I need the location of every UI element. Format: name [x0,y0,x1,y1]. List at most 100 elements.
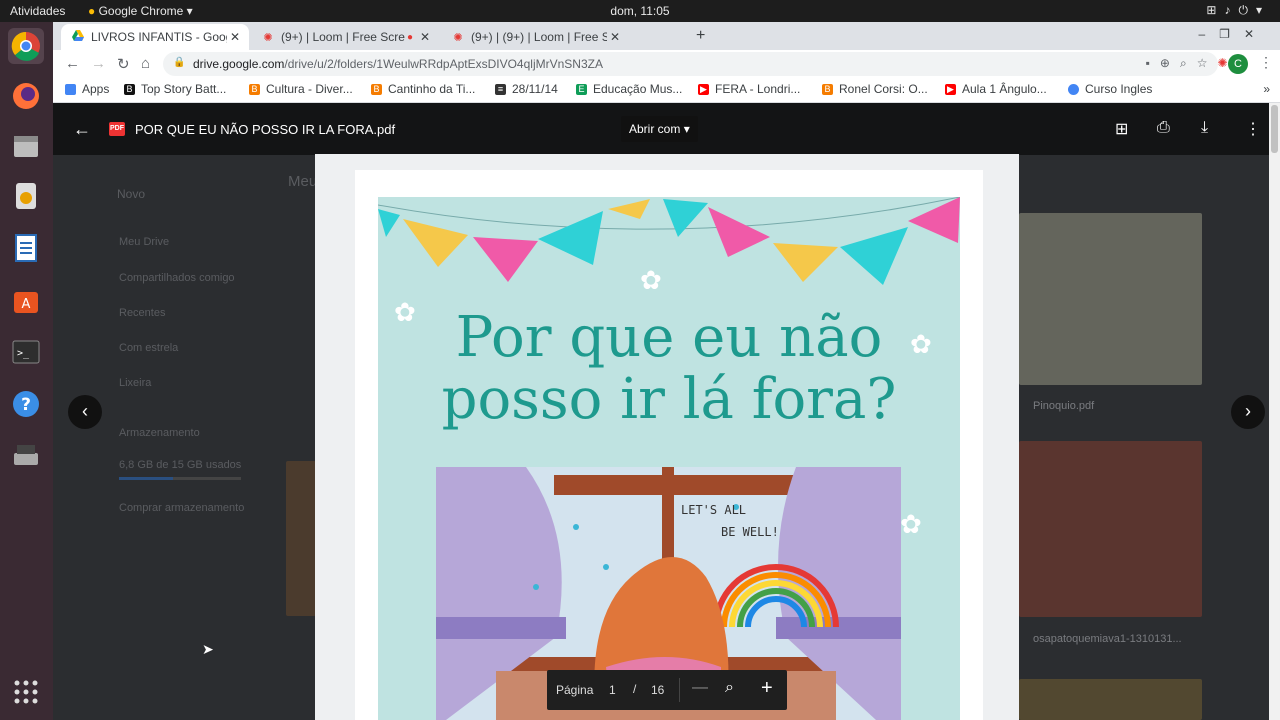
apps-grid-icon [65,83,76,95]
close-window-icon[interactable]: ✕ [1244,27,1268,41]
rhythmbox-icon[interactable] [8,178,44,214]
sidebar-item-storage[interactable]: Armazenamento [119,427,200,439]
sidebar-item-recent[interactable]: Recentes [119,307,165,319]
bookmark-item[interactable]: E Educação Mus... [576,82,682,96]
install-icon[interactable]: ⊕ [1160,56,1180,70]
chrome-menu-icon[interactable]: ⋮ [1259,54,1273,71]
scanner-icon[interactable] [8,436,44,472]
drive-page: Novo Meu Meu Drive Compartilhados comigo… [53,103,1280,720]
maximize-icon[interactable]: ❐ [1219,27,1244,41]
bookmark-item[interactable]: Curso Ingles [1068,82,1152,96]
close-icon[interactable]: ✕ [607,30,623,44]
terminal-icon[interactable]: >_ [8,334,44,370]
file-thumbnail[interactable] [1019,679,1202,720]
forward-icon[interactable]: → [91,55,106,72]
address-bar[interactable]: 🔒 drive.google.com/drive/u/2/folders/1We… [163,52,1248,76]
flower-decoration-icon: ✿ [900,509,922,539]
camera-icon[interactable]: ▪ [1146,56,1160,70]
current-page-input[interactable]: 1 [609,683,616,697]
drive-icon [71,30,85,44]
zoom-out-icon[interactable]: — [692,679,708,697]
page-separator: / [633,682,637,696]
bookmark-item[interactable]: B Ronel Corsi: O... [822,82,928,96]
download-icon[interactable]: ⤓ [1201,119,1208,137]
breadcrumb[interactable]: Meu [288,173,317,190]
file-name[interactable]: Pinoquio.pdf [1033,400,1094,412]
sidebar-item-trash[interactable]: Lixeira [119,377,151,389]
minimize-icon[interactable]: – [1198,27,1219,41]
chevron-right-icon: › [1245,401,1251,421]
bookmark-favicon-icon: B [124,83,135,95]
add-to-drive-icon[interactable]: ⊞ [1115,119,1128,139]
bookmark-item[interactable]: ≡ 28/11/14 [495,82,558,96]
close-icon[interactable]: ✕ [417,30,433,44]
power-icon: ⏻ [1238,3,1256,17]
book-cover: ✿ ✿ ✿ ✿ Por que eu não posso ir lá fora? [378,197,960,720]
tab-loom-2[interactable]: ✺ (9+) | (9+) | Loom | Free Sc ✕ [441,24,629,50]
file-thumbnail-pinoquio[interactable] [1019,213,1202,385]
youtube-icon: ▶ [945,83,956,95]
blogger-icon: B [822,83,833,95]
window-controls[interactable]: –❐✕ [1198,27,1268,41]
chevron-left-icon: ‹ [82,401,88,421]
print-icon[interactable]: ⎙ [1157,119,1170,137]
close-icon[interactable]: ✕ [227,30,243,44]
mouse-cursor-icon: ➤ [202,641,214,657]
scrollbar-thumb[interactable] [1271,105,1278,153]
bookmark-item[interactable]: B Top Story Batt... [124,82,226,96]
bookmark-item[interactable]: B Cultura - Diver... [249,82,353,96]
previous-file-button[interactable]: ‹ [68,395,102,429]
tab-livros-infantis[interactable]: LIVROS INFANTIS - Google ✕ [61,24,249,50]
svg-text:A: A [22,297,31,312]
writer-icon[interactable] [8,230,44,266]
pdf-page-sheet: ✿ ✿ ✿ ✿ Por que eu não posso ir lá fora? [355,170,983,720]
bookmarks-overflow[interactable]: » [1263,82,1270,96]
bunting-decoration [378,197,960,285]
avatar[interactable]: C [1228,54,1248,74]
file-thumbnail-sapato[interactable] [1019,441,1202,617]
back-arrow-icon[interactable]: ← [73,119,91,140]
buy-storage-link[interactable]: Comprar armazenamento [119,502,244,514]
file-thumbnail[interactable] [286,461,316,616]
star-icon[interactable]: ☆ [1197,56,1218,70]
back-icon[interactable]: ← [65,55,80,72]
new-button[interactable]: Novo [117,187,145,201]
show-apps-icon[interactable] [8,674,44,710]
scrollbar[interactable] [1269,103,1280,720]
firefox-icon[interactable] [8,78,44,114]
next-file-button[interactable]: › [1231,395,1265,429]
flower-decoration-icon: ✿ [640,265,662,295]
url-text: drive.google.com/drive/u/2/folders/1Weul… [193,57,603,71]
bookmark-item[interactable]: ▶ FERA - Londri... [698,82,800,96]
chevron-down-icon: ▾ [1255,3,1270,17]
system-tray[interactable]: ⊞♪⏻▾ [1206,3,1270,18]
files-icon[interactable] [8,128,44,164]
pdf-icon: PDF [109,122,125,136]
software-center-icon[interactable]: A [8,282,44,318]
sidebar-item-my-drive[interactable]: Meu Drive [119,236,169,248]
bookmark-item[interactable]: ▶ Aula 1 Ângulo... [945,82,1047,96]
storage-bar [119,477,241,480]
chrome-icon[interactable] [8,28,44,64]
bookmark-favicon-icon: E [576,83,587,95]
open-with-button[interactable]: Abrir com ▾ [621,116,698,142]
zoom-in-icon[interactable]: + [761,677,773,700]
zoom-icon[interactable]: ⌕ [1180,56,1197,70]
sidebar-item-starred[interactable]: Com estrela [119,342,178,354]
more-options-icon[interactable]: ⋮ [1245,119,1261,139]
svg-text:>_: >_ [17,348,30,359]
new-tab-button[interactable]: + [696,27,705,45]
help-icon[interactable]: ? [8,386,44,422]
sidebar-item-shared[interactable]: Compartilhados comigo [119,272,235,284]
file-name[interactable]: osapatoquemiava1-1310131... [1033,633,1182,645]
bookmark-apps[interactable]: Apps [65,82,109,96]
home-icon[interactable]: ⌂ [141,55,150,72]
bookmark-item[interactable]: B Cantinho da Ti... [371,82,475,96]
system-top-bar: Atividades ● Google Chrome ▾ dom, 11:05 … [0,0,1280,22]
svg-text:?: ? [21,395,31,415]
tab-title: (9+) | (9+) | Loom | Free Sc [471,30,607,44]
tab-loom-1[interactable]: ✺ (9+) | Loom | Free Scre ● ✕ [251,24,439,50]
reload-icon[interactable]: ↻ [117,55,130,73]
clock[interactable]: dom, 11:05 [0,4,1280,18]
window-text: LET'S ALL [681,503,747,517]
